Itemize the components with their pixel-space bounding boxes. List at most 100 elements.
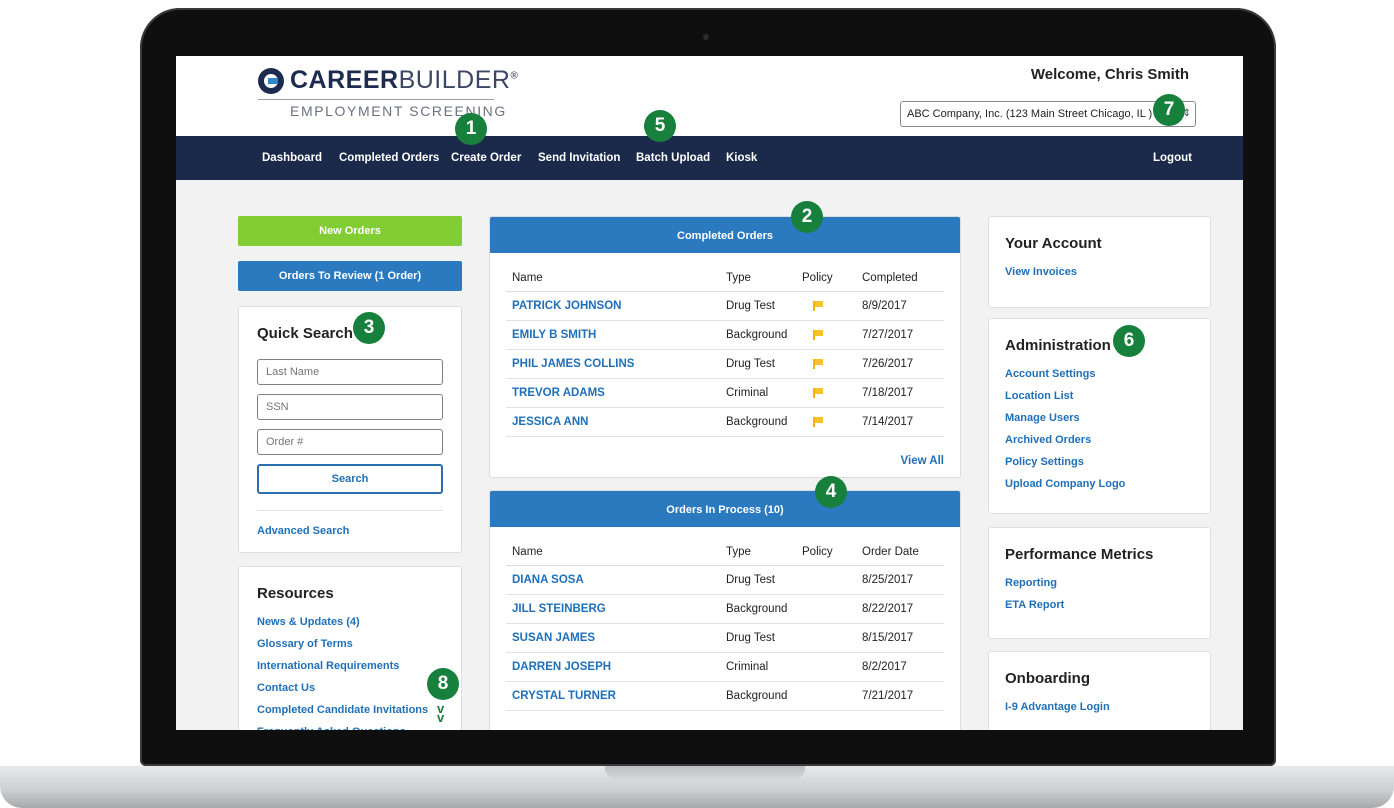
callout-badge: 1: [455, 113, 487, 145]
eta-report-link[interactable]: ETA Report: [1005, 594, 1064, 616]
order-name-link[interactable]: CRYSTAL TURNER: [512, 682, 616, 710]
performance-metrics-title: Performance Metrics: [1005, 546, 1154, 563]
search-button[interactable]: Search: [257, 464, 443, 494]
nav-create-order[interactable]: Create Order: [451, 136, 521, 180]
order-name-link[interactable]: JESSICA ANN: [512, 408, 588, 436]
order-name-link[interactable]: TREVOR ADAMS: [512, 379, 605, 407]
i9-advantage-login-link[interactable]: I-9 Advantage Login: [1005, 696, 1110, 718]
policy-settings-link[interactable]: Policy Settings: [1005, 451, 1125, 473]
order-date: 7/21/2017: [862, 690, 914, 702]
order-name-link[interactable]: DIANA SOSA: [512, 566, 584, 594]
order-name-link[interactable]: SUSAN JAMES: [512, 624, 595, 652]
quick-search-title: Quick Search: [257, 325, 353, 342]
double-chevron-down-icon: vv: [437, 701, 445, 725]
order-type: Drug Test: [726, 632, 776, 644]
view-invoices-link[interactable]: View Invoices: [1005, 261, 1077, 283]
order-date: 8/9/2017: [862, 300, 907, 312]
resource-link-invitations[interactable]: Completed Candidate Invitations: [257, 699, 428, 721]
order-date: 8/25/2017: [862, 574, 914, 586]
callout-badge: 3: [353, 312, 385, 344]
performance-links: Reporting ETA Report: [1005, 572, 1064, 616]
logo-divider: [258, 99, 494, 100]
callout-badge: 7: [1153, 94, 1185, 126]
main-nav: Dashboard Completed Orders Create Order …: [176, 136, 1243, 180]
nav-completed-orders[interactable]: Completed Orders: [339, 136, 439, 180]
order-type: Background: [726, 603, 788, 615]
order-date: 7/26/2017: [862, 358, 914, 370]
table-row[interactable]: DARREN JOSEPH Criminal 8/2/2017: [506, 653, 944, 682]
resource-link-contact[interactable]: Contact Us: [257, 677, 428, 699]
your-account-links: View Invoices: [1005, 261, 1077, 283]
order-date: 8/15/2017: [862, 632, 914, 644]
resources-title: Resources: [257, 585, 334, 602]
table-row[interactable]: SUSAN JAMES Drug Test 8/15/2017: [506, 624, 944, 653]
table-row[interactable]: PHIL JAMES COLLINS Drug Test 7/26/2017: [506, 350, 944, 379]
last-name-input[interactable]: [257, 359, 443, 385]
resource-link-international[interactable]: International Requirements: [257, 655, 428, 677]
nav-batch-upload[interactable]: Batch Upload: [636, 136, 710, 180]
laptop-notch: [605, 766, 805, 780]
table-header: Name Type Policy Order Date: [506, 527, 944, 566]
onboarding-title: Onboarding: [1005, 670, 1090, 687]
orders-to-review-button[interactable]: Orders To Review (1 Order): [238, 261, 462, 291]
table-row[interactable]: CRYSTAL TURNER Background 7/21/2017: [506, 682, 944, 711]
company-select[interactable]: ABC Company, Inc. (123 Main Street Chica…: [900, 101, 1196, 127]
callout-badge: 4: [815, 476, 847, 508]
resource-link-glossary[interactable]: Glossary of Terms: [257, 633, 428, 655]
header: CAREERBUILDER® EMPLOYMENT SCREENING Welc…: [176, 56, 1243, 136]
app-screen: CAREERBUILDER® EMPLOYMENT SCREENING Welc…: [176, 56, 1243, 730]
archived-orders-link[interactable]: Archived Orders: [1005, 429, 1125, 451]
divider: [257, 510, 443, 511]
nav-logout[interactable]: Logout: [1153, 136, 1192, 180]
nav-kiosk[interactable]: Kiosk: [726, 136, 757, 180]
order-type: Criminal: [726, 661, 769, 673]
order-date: 7/27/2017: [862, 329, 914, 341]
resource-link-faq[interactable]: Frequently Asked Questions: [257, 721, 428, 730]
orders-in-process-panel: Orders In Process (10) Name Type Policy …: [489, 490, 961, 730]
order-name-link[interactable]: JILL STEINBERG: [512, 595, 606, 623]
callout-badge: 8: [427, 668, 459, 700]
upload-company-logo-link[interactable]: Upload Company Logo: [1005, 473, 1125, 495]
welcome-text: Welcome, Chris Smith: [1030, 66, 1189, 83]
orders-in-process-header: Orders In Process (10): [490, 491, 960, 527]
table-header: Name Type Policy Completed: [506, 253, 944, 292]
brand-logo[interactable]: CAREERBUILDER® EMPLOYMENT SCREENING: [258, 66, 518, 119]
advanced-search-link[interactable]: Advanced Search: [257, 525, 349, 537]
camera-icon: [703, 34, 709, 40]
order-name-link[interactable]: PHIL JAMES COLLINS: [512, 350, 634, 378]
table-row[interactable]: JESSICA ANN Background 7/14/2017: [506, 408, 944, 437]
ssn-input[interactable]: [257, 394, 443, 420]
resource-link-news[interactable]: News & Updates (4): [257, 611, 428, 633]
nav-dashboard[interactable]: Dashboard: [262, 136, 322, 180]
resources-links: News & Updates (4) Glossary of Terms Int…: [257, 611, 428, 730]
careerbuilder-logo-icon: [258, 67, 284, 94]
location-list-link[interactable]: Location List: [1005, 385, 1125, 407]
order-name-link[interactable]: DARREN JOSEPH: [512, 653, 611, 681]
administration-links: Account Settings Location List Manage Us…: [1005, 363, 1125, 495]
callout-badge: 2: [791, 201, 823, 233]
order-type: Background: [726, 416, 788, 428]
completed-orders-header: Completed Orders: [490, 217, 960, 253]
nav-send-invitation[interactable]: Send Invitation: [538, 136, 620, 180]
order-date: 8/22/2017: [862, 603, 914, 615]
new-orders-button[interactable]: New Orders: [238, 216, 462, 246]
order-date: 7/14/2017: [862, 416, 914, 428]
reporting-link[interactable]: Reporting: [1005, 572, 1064, 594]
manage-users-link[interactable]: Manage Users: [1005, 407, 1125, 429]
order-name-link[interactable]: PATRICK JOHNSON: [512, 292, 621, 320]
table-row[interactable]: TREVOR ADAMS Criminal 7/18/2017: [506, 379, 944, 408]
onboarding-links: I-9 Advantage Login: [1005, 696, 1110, 718]
table-row[interactable]: DIANA SOSA Drug Test 8/25/2017: [506, 566, 944, 595]
your-account-card: Your Account View Invoices: [988, 216, 1211, 308]
order-type: Background: [726, 329, 788, 341]
view-all-link[interactable]: View All: [901, 455, 944, 467]
order-type: Drug Test: [726, 574, 776, 586]
order-number-input[interactable]: [257, 429, 443, 455]
table-row[interactable]: JILL STEINBERG Background 8/22/2017: [506, 595, 944, 624]
order-type: Criminal: [726, 387, 769, 399]
order-name-link[interactable]: EMILY B SMITH: [512, 321, 596, 349]
account-settings-link[interactable]: Account Settings: [1005, 363, 1125, 385]
quick-search-card: Quick Search Search Advanced Search: [238, 306, 462, 553]
table-row[interactable]: PATRICK JOHNSON Drug Test 8/9/2017: [506, 292, 944, 321]
table-row[interactable]: EMILY B SMITH Background 7/27/2017: [506, 321, 944, 350]
